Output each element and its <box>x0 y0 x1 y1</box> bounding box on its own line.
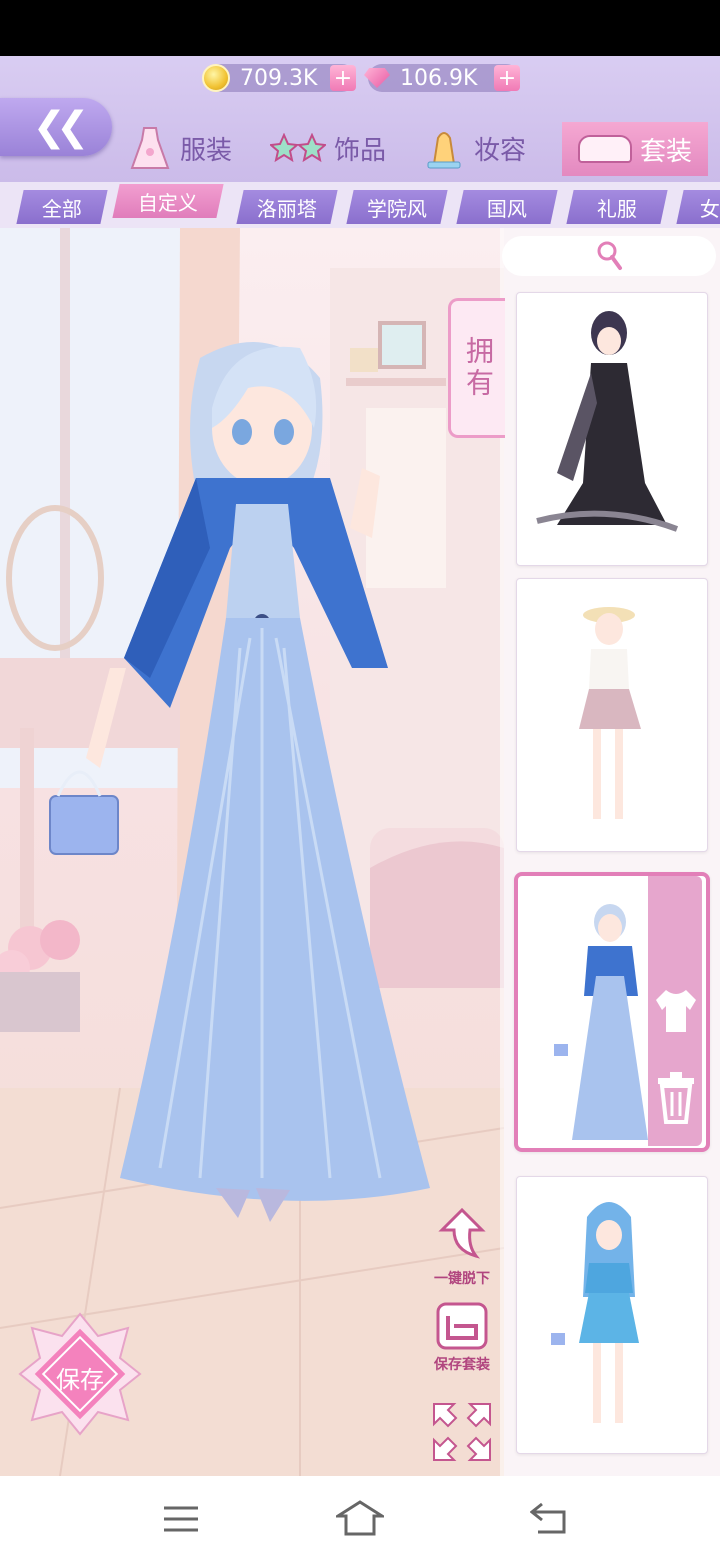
coin-counter: 709.3K + <box>202 64 356 92</box>
outfit-card[interactable] <box>516 1176 708 1454</box>
trash-icon[interactable] <box>656 1072 696 1124</box>
tab-makeup[interactable]: 妆容 <box>422 118 526 178</box>
category-lolita[interactable]: 洛丽塔 <box>236 190 338 224</box>
back-nav-icon[interactable] <box>530 1502 568 1534</box>
category-all[interactable]: 全部 <box>16 190 108 224</box>
makeup-icon <box>422 126 466 170</box>
coin-icon <box>202 64 230 92</box>
category-formal[interactable]: 礼服 <box>566 190 668 224</box>
tab-label: 服装 <box>180 135 233 166</box>
outfit-card-actions <box>648 876 702 1146</box>
home-icon[interactable] <box>336 1500 384 1536</box>
room-background <box>0 228 504 1476</box>
undress-all-button[interactable]: 一键脱下 <box>424 1206 500 1288</box>
system-nav-bar <box>0 1476 720 1560</box>
category-chinese[interactable]: 国风 <box>456 190 558 224</box>
back-arrow-icon: ❮❮ <box>32 104 89 150</box>
tab-accessories[interactable]: 饰品 <box>270 118 386 178</box>
save-label: 保存 <box>56 1366 104 1394</box>
category-more[interactable]: 女 <box>676 190 720 224</box>
tab-label: 饰品 <box>334 135 387 166</box>
outfit-preview <box>551 1202 639 1423</box>
owned-filter-tab[interactable]: 拥有 <box>448 298 505 438</box>
tab-label: 妆容 <box>474 135 527 166</box>
expand-arrows-icon <box>433 1403 491 1461</box>
undo-arrow-icon <box>438 1207 486 1259</box>
dressing-scene <box>0 228 504 1476</box>
gem-counter: 106.9K + <box>364 64 520 92</box>
outfit-preview <box>536 311 679 532</box>
add-gems-button[interactable]: + <box>494 65 520 91</box>
search-field[interactable] <box>502 236 716 276</box>
wear-shirt-icon[interactable] <box>654 986 698 1036</box>
glasses-icon <box>270 126 326 170</box>
outfit-card[interactable] <box>516 578 708 852</box>
fullscreen-button[interactable] <box>430 1400 494 1464</box>
save-outfit-icon <box>436 1302 488 1350</box>
status-bar <box>0 0 720 56</box>
coin-amount: 709.3K <box>240 65 318 91</box>
menu-icon[interactable] <box>164 1504 198 1534</box>
outfit-preview <box>579 607 641 819</box>
outfit-preview <box>554 904 648 1140</box>
search-icon <box>597 241 622 270</box>
tab-label: 套装 <box>639 136 692 167</box>
outfit-card[interactable] <box>516 292 708 566</box>
save-outfit-button[interactable]: 保存套装 <box>424 1302 500 1374</box>
tab-outfits[interactable]: 套装 <box>562 122 708 176</box>
category-academy[interactable]: 学院风 <box>346 190 448 224</box>
gem-amount: 106.9K <box>400 65 478 91</box>
back-button[interactable]: ❮❮ <box>0 98 112 156</box>
save-button[interactable]: 保存 <box>18 1312 142 1436</box>
tab-clothing[interactable]: 服装 <box>128 118 232 178</box>
crown-icon <box>577 135 632 163</box>
add-coins-button[interactable]: + <box>330 65 356 91</box>
dress-icon <box>128 126 172 170</box>
category-custom[interactable]: 自定义 <box>112 184 224 218</box>
